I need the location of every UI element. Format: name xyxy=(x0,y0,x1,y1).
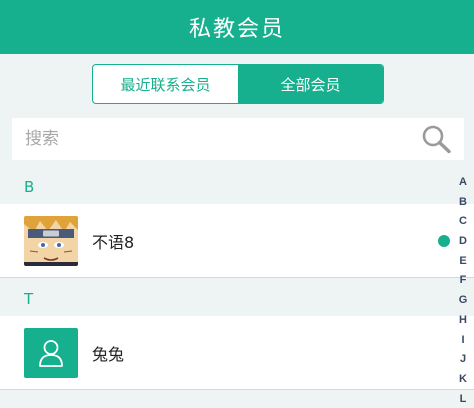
index-letter-c[interactable]: C xyxy=(459,212,467,232)
search-bar xyxy=(12,118,464,160)
index-letter-f[interactable]: F xyxy=(460,271,467,291)
index-letter-a[interactable]: A xyxy=(459,173,467,193)
index-letter-j[interactable]: J xyxy=(460,350,466,370)
user-icon xyxy=(39,340,63,367)
member-name: 兔兔 xyxy=(92,344,125,364)
list-item[interactable]: 兔兔 xyxy=(0,316,474,390)
unread-indicator xyxy=(438,235,450,247)
member-filter-tabs: 最近联系会员 全部会员 xyxy=(92,64,384,104)
alphabet-index: A B C D E F G H I J K L xyxy=(452,173,474,408)
search-icon[interactable] xyxy=(420,124,452,154)
app-header: 私教会员 xyxy=(0,0,474,54)
tab-all-members[interactable]: 全部会员 xyxy=(238,65,383,103)
index-letter-d[interactable]: D xyxy=(459,232,467,252)
index-letter-g[interactable]: G xyxy=(459,291,468,311)
index-letter-h[interactable]: H xyxy=(459,311,467,331)
index-letter-b[interactable]: B xyxy=(459,193,467,213)
avatar xyxy=(24,328,78,378)
list-item[interactable]: 不语8 xyxy=(0,204,474,278)
section-header-b: B xyxy=(0,170,474,204)
index-letter-l[interactable]: L xyxy=(460,390,467,408)
section-header-t: T xyxy=(0,282,474,316)
index-letter-i[interactable]: I xyxy=(461,331,464,351)
member-name: 不语8 xyxy=(92,232,135,252)
tab-recent-members[interactable]: 最近联系会员 xyxy=(93,65,238,103)
page-title: 私教会员 xyxy=(188,17,285,42)
index-letter-e[interactable]: E xyxy=(459,252,466,272)
avatar xyxy=(24,216,78,266)
search-input[interactable] xyxy=(25,129,405,149)
index-letter-k[interactable]: K xyxy=(459,370,467,390)
